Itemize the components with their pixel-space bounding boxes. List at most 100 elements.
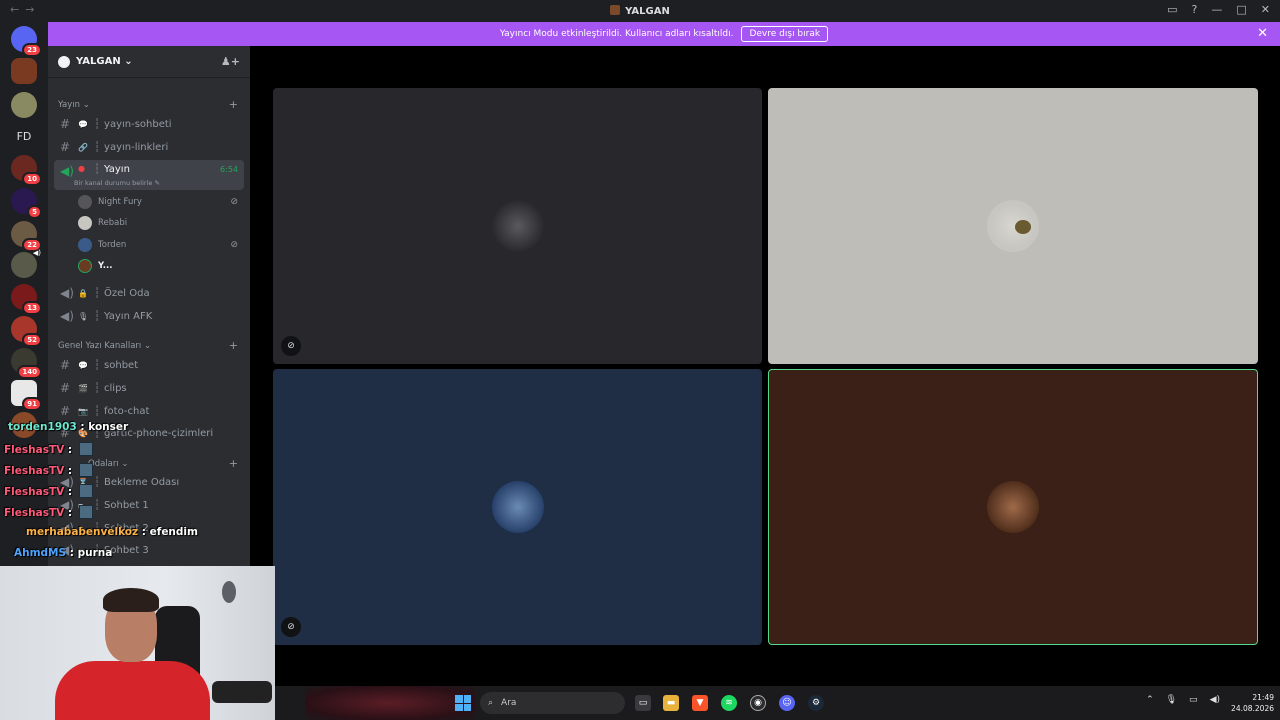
- voice-user[interactable]: Y...: [78, 257, 112, 275]
- person-shirt-shape: [55, 661, 210, 720]
- guild-icon[interactable]: [11, 58, 37, 84]
- system-tray: ⌃ 🎙 ▭ ◀): [1146, 695, 1220, 705]
- clapper-icon: 🎬: [78, 383, 88, 393]
- banner-close-icon[interactable]: ✕: [1257, 26, 1268, 41]
- avatar: [491, 200, 544, 252]
- maximize-icon[interactable]: □: [1236, 3, 1246, 16]
- webcam-feed: [0, 566, 275, 720]
- chat-message: merhababenvelkoz : efendim: [26, 526, 198, 538]
- guild-icon[interactable]: ◀): [11, 249, 41, 278]
- microphone-icon: 🎙: [78, 311, 89, 321]
- guild-badge: 91: [22, 397, 42, 411]
- separator: ┆: [94, 118, 101, 130]
- chat-sep: :: [64, 507, 76, 519]
- voice-user[interactable]: Torden: [78, 236, 126, 254]
- guild-icon-fd[interactable]: FD: [11, 123, 37, 149]
- chat-message: torden1903 : konser: [8, 421, 128, 433]
- chat-message: AhmdMS : purna: [14, 547, 112, 559]
- participant-tile[interactable]: ⊘: [273, 369, 762, 645]
- chevron-down-icon: ⌄: [124, 56, 133, 67]
- channel-label: yayın-sohbeti: [104, 118, 172, 130]
- discord-icon[interactable]: ☺: [779, 695, 795, 711]
- channel-status[interactable]: Bir kanal durumu belirle ✎: [74, 179, 160, 187]
- chat-user: FleshasTV: [4, 444, 65, 456]
- avatar: [491, 481, 544, 533]
- avatar: [78, 195, 92, 209]
- channel-foto-chat[interactable]: # 📷 ┆ foto-chat: [54, 401, 244, 421]
- guild-icon[interactable]: 52: [11, 316, 42, 347]
- inbox-icon[interactable]: ▭: [1167, 3, 1177, 16]
- add-channel-icon[interactable]: +: [229, 339, 238, 352]
- spotify-icon[interactable]: ≋: [721, 695, 737, 711]
- hash-icon: #: [60, 117, 71, 131]
- server-name: YALGAN: [76, 56, 121, 67]
- voice-user[interactable]: Night Fury: [78, 193, 142, 211]
- guild-icon[interactable]: 5: [11, 188, 42, 219]
- close-window-icon[interactable]: ✕: [1261, 3, 1270, 16]
- chat-user: FleshasTV: [4, 507, 65, 519]
- channel-clips[interactable]: # 🎬 ┆ clips: [54, 378, 244, 398]
- brave-icon[interactable]: ▼: [692, 695, 708, 711]
- voice-channel-yayin[interactable]: ◀) ● ┆ Yayın 6:54 Bir kanal durumu belirle …: [54, 160, 244, 190]
- voice-user[interactable]: Rebabi: [78, 214, 127, 232]
- guild-icon[interactable]: 10: [11, 155, 42, 186]
- clock-date: 24.08.2026: [1231, 704, 1274, 713]
- channel-sohbet[interactable]: # 💬 ┆ sohbet: [54, 355, 244, 375]
- guild-icon[interactable]: 13: [11, 284, 42, 315]
- chat-sep: :: [66, 547, 78, 559]
- channel-yayin-linkleri[interactable]: # 🔗 ┆ yayın-linkleri: [54, 137, 244, 157]
- guild-badge: 23: [22, 43, 42, 57]
- banner-text: Yayıncı Modu etkinleştirildi. Kullanıcı …: [499, 29, 734, 39]
- direct-messages-icon[interactable]: 23: [11, 26, 42, 57]
- category-yayin[interactable]: Yayın ⌄: [58, 100, 90, 110]
- separator: ┆: [94, 164, 101, 175]
- microphone-icon[interactable]: 🎙: [1166, 695, 1177, 705]
- voice-user-name: Torden: [98, 240, 127, 250]
- guild-icon[interactable]: [11, 92, 37, 118]
- category-genel-yazi[interactable]: Genel Yazı Kanalları ⌄: [58, 341, 151, 351]
- chat-message: FleshasTV :: [4, 463, 93, 477]
- minimize-icon[interactable]: —: [1211, 3, 1222, 16]
- windows-start-icon[interactable]: [455, 695, 471, 711]
- chat-sep: :: [64, 465, 76, 477]
- separator: ┆: [94, 287, 101, 299]
- speaker-icon: ◀): [32, 249, 41, 257]
- help-icon[interactable]: ?: [1192, 3, 1198, 16]
- voice-channel-ozel-oda[interactable]: ◀) 🔒 ┆ Özel Oda: [54, 283, 244, 303]
- chevron-up-icon[interactable]: ⌃: [1146, 695, 1154, 705]
- chat-user: FleshasTV: [4, 465, 65, 477]
- guild-icon[interactable]: 22: [11, 221, 42, 252]
- server-icon: [610, 5, 621, 15]
- obs-icon[interactable]: ◉: [750, 695, 766, 711]
- server-header[interactable]: YALGAN ⌄ ♟+: [48, 46, 250, 78]
- voice-channel-yayin-afk[interactable]: ◀) 🎙 ┆ Yayın AFK: [54, 306, 244, 326]
- add-channel-icon[interactable]: +: [229, 98, 238, 111]
- participant-tile[interactable]: [768, 88, 1258, 364]
- mic-muted-icon: ⊘: [281, 617, 301, 637]
- file-explorer-icon[interactable]: ▬: [663, 695, 679, 711]
- avatar-detail: [1015, 220, 1031, 234]
- monitor-icon[interactable]: ▭: [1189, 695, 1198, 705]
- steam-icon[interactable]: ⚙: [808, 695, 824, 711]
- search-placeholder: Ara: [501, 698, 517, 708]
- search-icon: ⌕: [488, 698, 494, 708]
- taskbar-clock[interactable]: 21:49 24.08.2026: [1231, 692, 1274, 714]
- voice-call-stage: ⊘ ⊘: [250, 46, 1280, 686]
- separator: ┆: [94, 310, 101, 322]
- guild-badge: 13: [22, 301, 42, 315]
- channel-yayin-sohbeti[interactable]: # 💬 ┆ yayın-sohbeti: [54, 114, 244, 134]
- volume-icon[interactable]: ◀): [1210, 695, 1220, 705]
- taskbar-search[interactable]: ⌕ Ara: [480, 692, 625, 714]
- separator: ┆: [94, 405, 101, 417]
- invite-people-icon[interactable]: ♟+: [221, 55, 240, 68]
- window-title-text: YALGAN: [625, 6, 670, 17]
- participant-tile[interactable]: ⊘: [273, 88, 762, 364]
- participant-tile-speaking[interactable]: [768, 369, 1258, 645]
- task-view-icon[interactable]: ▭: [635, 695, 651, 711]
- disable-streamer-mode-button[interactable]: Devre dışı bırak: [741, 26, 829, 42]
- separator: ┆: [94, 359, 101, 371]
- avatar: [78, 259, 92, 273]
- lock-icon: 🔒: [78, 288, 88, 298]
- guild-icon[interactable]: 91: [11, 380, 42, 411]
- guild-icon[interactable]: 140: [11, 348, 42, 379]
